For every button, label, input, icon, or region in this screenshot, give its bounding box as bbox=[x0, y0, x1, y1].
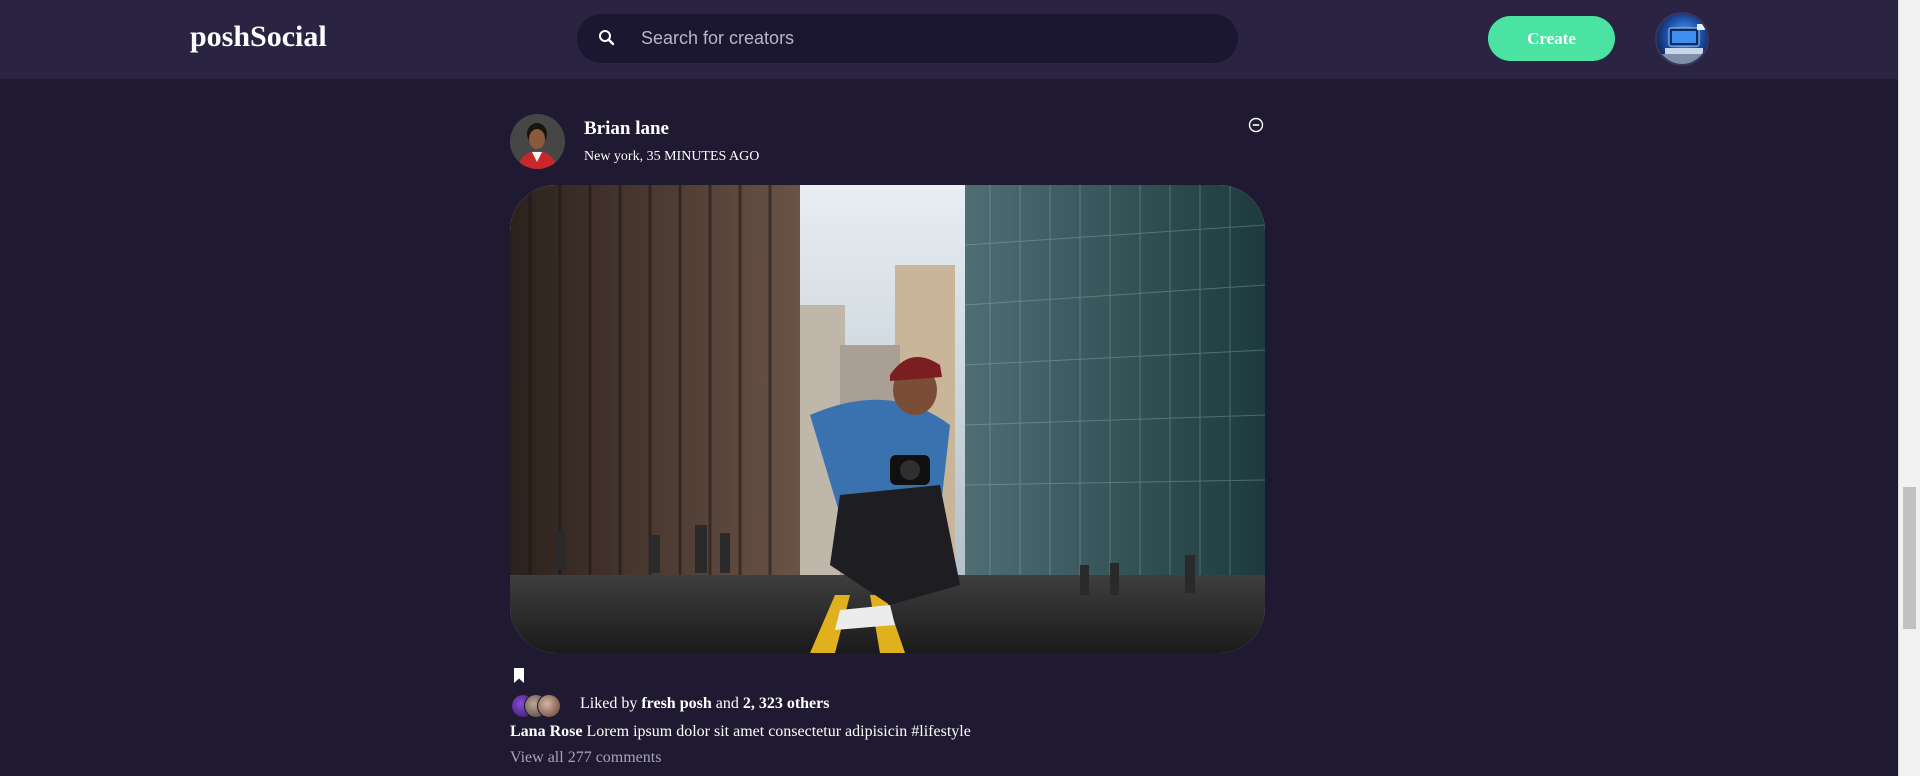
post-image[interactable] bbox=[510, 185, 1265, 653]
search-input[interactable] bbox=[641, 14, 1221, 63]
bookmark-icon[interactable] bbox=[513, 668, 525, 683]
create-button[interactable]: Create bbox=[1488, 16, 1615, 61]
post-caption: Lana Rose Lorem ipsum dolor sit amet con… bbox=[510, 723, 971, 741]
user-avatar[interactable] bbox=[1655, 12, 1709, 66]
app-logo[interactable]: poshSocial bbox=[190, 20, 327, 54]
caption-text: Lorem ipsum dolor sit amet consectetur a… bbox=[586, 723, 971, 740]
likes-connector: and bbox=[715, 695, 739, 712]
first-liker-link[interactable]: fresh posh bbox=[641, 695, 711, 712]
caption-user[interactable]: Lana Rose bbox=[510, 723, 582, 740]
post-author-avatar[interactable] bbox=[510, 114, 565, 169]
post-author-name[interactable]: Brian lane bbox=[584, 118, 669, 140]
likes-summary: Liked by fresh posh and 2, 323 others bbox=[580, 695, 829, 713]
minus-circle-icon[interactable] bbox=[1248, 117, 1264, 133]
other-likers-link[interactable]: 2, 323 others bbox=[743, 695, 830, 712]
search-icon bbox=[599, 30, 615, 46]
view-comments-link[interactable]: View all 277 comments bbox=[510, 749, 661, 767]
liker-avatar bbox=[537, 694, 561, 718]
likes-prefix: Liked by bbox=[580, 695, 638, 712]
post-location-time: New york, 35 MINUTES AGO bbox=[584, 149, 760, 164]
post-photo bbox=[510, 185, 1265, 653]
scrollbar-thumb[interactable] bbox=[1903, 487, 1916, 629]
author-avatar-image bbox=[510, 114, 565, 169]
top-navbar: poshSocial Create bbox=[0, 0, 1898, 79]
search-bar[interactable] bbox=[577, 14, 1238, 63]
user-avatar-image bbox=[1657, 14, 1707, 64]
likers-avatars[interactable] bbox=[511, 694, 571, 718]
page-scrollbar[interactable] bbox=[1898, 0, 1920, 776]
